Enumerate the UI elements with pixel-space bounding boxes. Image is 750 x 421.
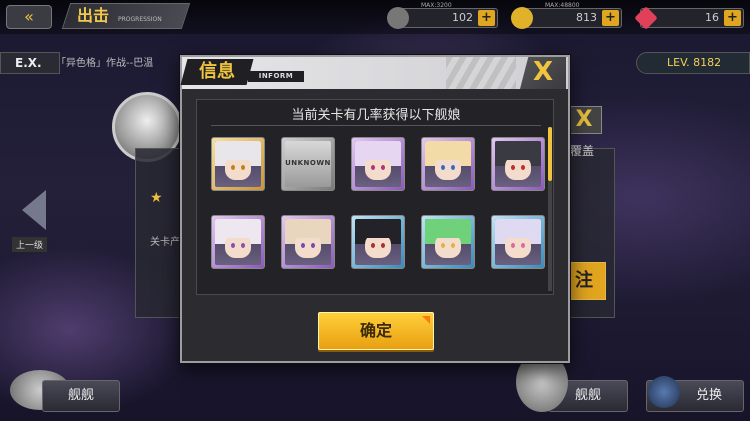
coin-icon: [511, 7, 533, 29]
unknown-label: UNKNOWN: [285, 159, 331, 167]
close-icon: X: [532, 57, 554, 87]
shipgirl-card-8[interactable]: [351, 215, 405, 269]
dialog-title-plate: 信息: [180, 59, 254, 85]
bangs: [221, 228, 255, 239]
eye: [510, 242, 515, 248]
eye: [440, 242, 445, 248]
bangs: [431, 228, 465, 239]
oil-value: 102: [452, 11, 473, 24]
oil-resource: MAX:3200 102 +: [387, 2, 498, 29]
fleet-button-left[interactable]: 舰舰: [42, 380, 120, 412]
gem-value: 16: [705, 11, 719, 24]
coin-resource: MAX:48800 813 +: [511, 2, 622, 29]
bangs: [221, 150, 255, 161]
dialog-header: 信息 INFORM X: [180, 57, 568, 89]
dialog-close-button[interactable]: X: [520, 57, 566, 89]
stage-panel-close-button[interactable]: X: [566, 106, 602, 134]
gem-add-button[interactable]: +: [724, 10, 741, 26]
shipgirl-portrait: [215, 219, 261, 265]
eye: [230, 242, 235, 248]
exchange-icon: [648, 376, 680, 408]
shipgirl-card-1[interactable]: [211, 137, 265, 191]
coin-value: 813: [576, 11, 597, 24]
sortie-subtitle: PROGRESSION: [118, 16, 162, 23]
shipgirl-card-6[interactable]: [211, 215, 265, 269]
shipgirl-card-9[interactable]: [421, 215, 475, 269]
dialog-inform-label: INFORM: [248, 71, 304, 82]
scrollbar-thumb[interactable]: [548, 127, 552, 181]
header-stripe: [446, 57, 516, 89]
oil-max: MAX:3200: [421, 2, 452, 9]
prev-stage-label[interactable]: 上一级: [12, 237, 48, 252]
confirm-button[interactable]: 确定: [318, 312, 434, 350]
bangs: [501, 228, 535, 239]
bangs: [291, 228, 325, 239]
coin-add-button[interactable]: +: [602, 10, 619, 26]
operation-name: 「异色格」作战--巴温: [56, 58, 154, 69]
eye: [230, 164, 235, 170]
info-dialog: 信息 INFORM X 当前关卡有几率获得以下舰娘 UNKNOWN 确定: [180, 55, 570, 363]
shipgirl-portrait: [285, 219, 331, 265]
double-left-arrow-icon: «: [24, 7, 34, 26]
star-icon: ★: [150, 190, 163, 206]
bangs: [361, 228, 395, 239]
eye: [370, 164, 375, 170]
dialog-content: 当前关卡有几率获得以下舰娘 UNKNOWN: [196, 99, 554, 295]
shipgirl-portrait: [425, 219, 471, 265]
bangs: [361, 150, 395, 161]
shipgirl-portrait: [495, 141, 541, 187]
unknown-silhouette: UNKNOWN: [285, 141, 331, 187]
stage-panel-text: 覆盖: [570, 144, 595, 158]
stage-drop-label: 关卡产: [150, 237, 180, 248]
dialog-title: 信息: [199, 61, 235, 82]
shipgirl-portrait: [215, 141, 261, 187]
shipgirl-portrait: [355, 141, 401, 187]
shipgirl-card-4[interactable]: [421, 137, 475, 191]
shipgirl-card-7[interactable]: [281, 215, 335, 269]
shipgirl-card-2[interactable]: UNKNOWN: [281, 137, 335, 191]
back-button[interactable]: «: [6, 5, 52, 29]
shipgirl-portrait: [355, 219, 401, 265]
eye: [440, 164, 445, 170]
prev-stage-arrow-icon[interactable]: [22, 190, 46, 230]
eye: [300, 242, 305, 248]
gem-icon: [634, 6, 658, 30]
oil-add-button[interactable]: +: [478, 10, 495, 26]
shipgirl-card-5[interactable]: [491, 137, 545, 191]
shipgirl-portrait: [495, 219, 541, 265]
gem-resource: 16 +: [634, 6, 744, 30]
stage-tag: E.X.: [0, 52, 60, 74]
top-bar: « 出击 PROGRESSION MAX:3200 102 + MAX:4880…: [0, 0, 750, 34]
coin-max: MAX:48800: [545, 2, 580, 9]
commander-level-tag: LEV. 8182: [636, 52, 750, 74]
oil-icon: [387, 7, 409, 29]
shipgirl-grid[interactable]: UNKNOWN: [197, 100, 555, 296]
shipgirl-card-10[interactable]: [491, 215, 545, 269]
bangs: [501, 150, 535, 161]
shipgirl-card-3[interactable]: [351, 137, 405, 191]
bangs: [431, 150, 465, 161]
eye: [510, 164, 515, 170]
eye: [370, 242, 375, 248]
shipgirl-portrait: [425, 141, 471, 187]
